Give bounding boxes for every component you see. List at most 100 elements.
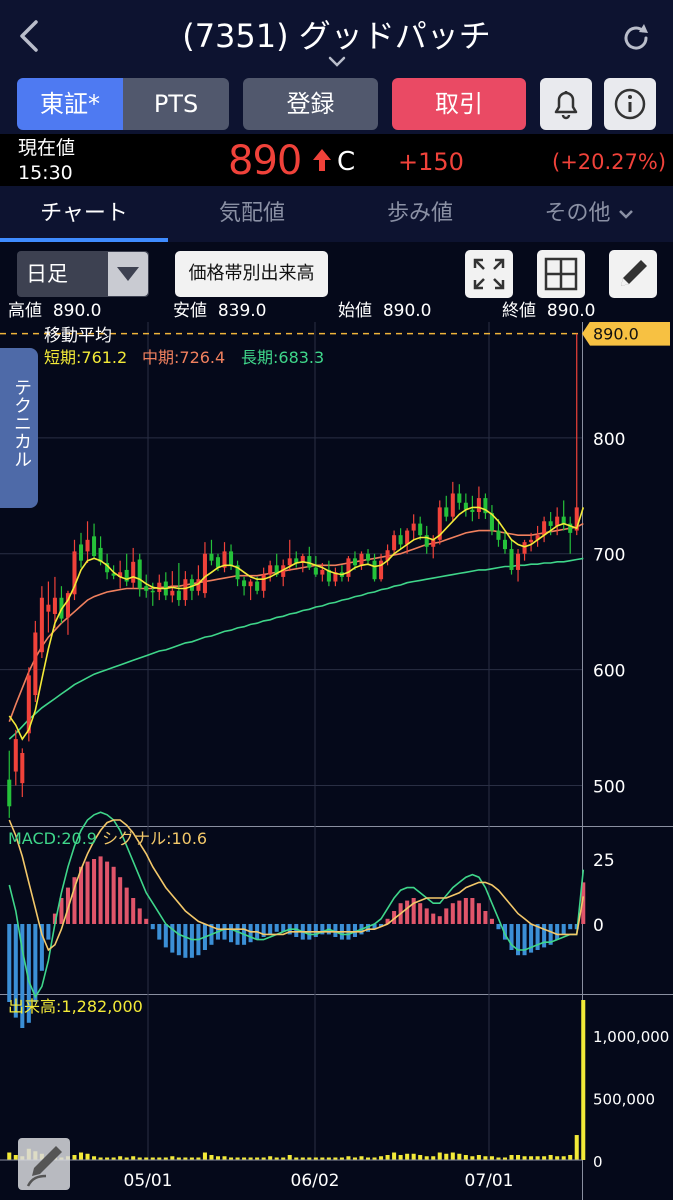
info-icon	[614, 88, 646, 120]
tab-other[interactable]: その他	[505, 190, 673, 238]
volume-bar	[85, 1153, 90, 1160]
volume-bar	[431, 1156, 436, 1160]
technical-tab-label: テクニカル	[11, 378, 32, 468]
volume-bar	[398, 1155, 403, 1160]
candle-body	[398, 535, 403, 545]
close-flag: C	[337, 147, 356, 177]
volume-bar	[555, 1156, 560, 1160]
moving-average-title: 移動平均	[44, 326, 112, 346]
candle-body	[242, 580, 247, 587]
register-button[interactable]: 登録	[243, 78, 378, 130]
candle-body	[516, 553, 521, 570]
fullscreen-button[interactable]	[465, 250, 513, 298]
volume-bar	[392, 1152, 397, 1160]
current-price: 890	[228, 138, 302, 184]
volume-bar	[463, 1155, 468, 1160]
macd-histogram-bar	[444, 908, 449, 924]
tab-other-label: その他	[544, 201, 611, 226]
volume-bar	[561, 1156, 566, 1160]
high-label: 高値	[8, 301, 42, 321]
macd-histogram-bar	[424, 908, 429, 924]
tab-quotes[interactable]: 気配値	[168, 190, 336, 238]
macd-histogram-bar	[235, 924, 240, 945]
pen-icon	[621, 260, 647, 286]
candle-body	[555, 516, 560, 526]
candle-body	[7, 779, 12, 807]
candle-body	[176, 590, 181, 601]
chevron-down-icon[interactable]	[326, 54, 348, 70]
volume-by-price-button[interactable]: 価格帯別出来高	[175, 251, 328, 297]
candle-body	[320, 569, 325, 575]
trade-button[interactable]: 取引	[392, 78, 526, 130]
volume-bar	[268, 1156, 273, 1160]
candle-body	[52, 597, 57, 614]
price-time: 15:30	[18, 162, 73, 184]
macd-histogram-bar	[248, 924, 253, 943]
candle-body	[405, 530, 410, 545]
macd-histogram-bar	[463, 898, 468, 924]
price-tick-label: 500	[593, 777, 625, 797]
candle-body	[131, 561, 136, 583]
candle-body	[502, 539, 508, 550]
page-title[interactable]: (7351) グッドパッチ	[120, 14, 553, 58]
app-window: (7351) グッドパッチ 東証* PTS 登録 取引 現在値 15:30 89…	[0, 0, 673, 1200]
candle-body	[215, 557, 221, 568]
period-dropdown-button[interactable]	[108, 252, 148, 296]
volume-bar	[470, 1156, 475, 1160]
price-change: +150	[398, 148, 464, 176]
volume-bar	[489, 1156, 494, 1160]
volume-bar	[548, 1155, 553, 1160]
period-select-value: 日足	[26, 262, 68, 286]
candle-body	[522, 542, 527, 554]
price-change-percent: (+20.27%)	[552, 150, 667, 174]
candle-body	[561, 516, 566, 524]
macd-histogram-bar	[470, 898, 475, 924]
candle-body	[352, 558, 357, 566]
volume-bar	[574, 1135, 579, 1160]
draw-button[interactable]	[609, 250, 657, 298]
macd-histogram-bar	[418, 903, 423, 924]
macd-histogram-bar	[496, 924, 501, 930]
volume-bar	[78, 1152, 84, 1160]
macd-histogram-bar	[105, 861, 110, 924]
price-tick-label: 700	[593, 546, 625, 566]
candle-body	[548, 521, 553, 526]
macd-histogram-bar	[131, 898, 136, 924]
candle-body	[248, 581, 253, 587]
chevron-left-icon[interactable]	[12, 14, 46, 58]
alert-button[interactable]	[540, 78, 592, 130]
candle-body	[268, 565, 273, 575]
tab-time-and-sales[interactable]: 歩み値	[336, 190, 504, 238]
layout-button[interactable]	[537, 250, 585, 298]
date-tick-label: 06/02	[291, 1171, 340, 1191]
refresh-icon[interactable]	[618, 20, 654, 56]
tab-chart[interactable]: チャート	[0, 190, 168, 238]
macd-histogram-bar	[189, 924, 194, 958]
volume-bar	[359, 1156, 364, 1160]
candle-body	[418, 523, 423, 536]
candle-body	[476, 498, 481, 513]
candle-body	[39, 597, 44, 653]
volume-bar	[287, 1155, 292, 1160]
tse-market-button[interactable]: 東証*	[17, 78, 123, 130]
volume-bar	[379, 1156, 384, 1160]
pts-market-button[interactable]: PTS	[123, 78, 229, 130]
macd-histogram-bar	[561, 924, 566, 935]
candle-body	[92, 536, 97, 557]
macd-histogram-bar	[124, 887, 129, 924]
macd-histogram-bar	[568, 924, 573, 930]
candle-body	[13, 739, 18, 772]
macd-histogram-bar	[476, 903, 481, 924]
drawing-tool-icon[interactable]	[16, 1136, 72, 1192]
volume-legend: 出来高:1,282,000	[8, 997, 143, 1016]
low-value: 839.0	[217, 301, 267, 321]
short-ma-legend: 短期:761.2	[44, 348, 128, 367]
chevron-down-icon	[618, 210, 633, 219]
candle-body	[209, 553, 214, 561]
candle-body	[346, 558, 351, 577]
candle-body	[261, 574, 266, 591]
price-tick-label: 800	[593, 430, 625, 450]
info-button[interactable]	[604, 78, 656, 130]
stock-chart[interactable]: 500 600 700 800 890.0 25 0 1,000,000 500,000 0 05/…	[0, 322, 673, 1200]
macd-histogram-bar	[431, 913, 436, 924]
